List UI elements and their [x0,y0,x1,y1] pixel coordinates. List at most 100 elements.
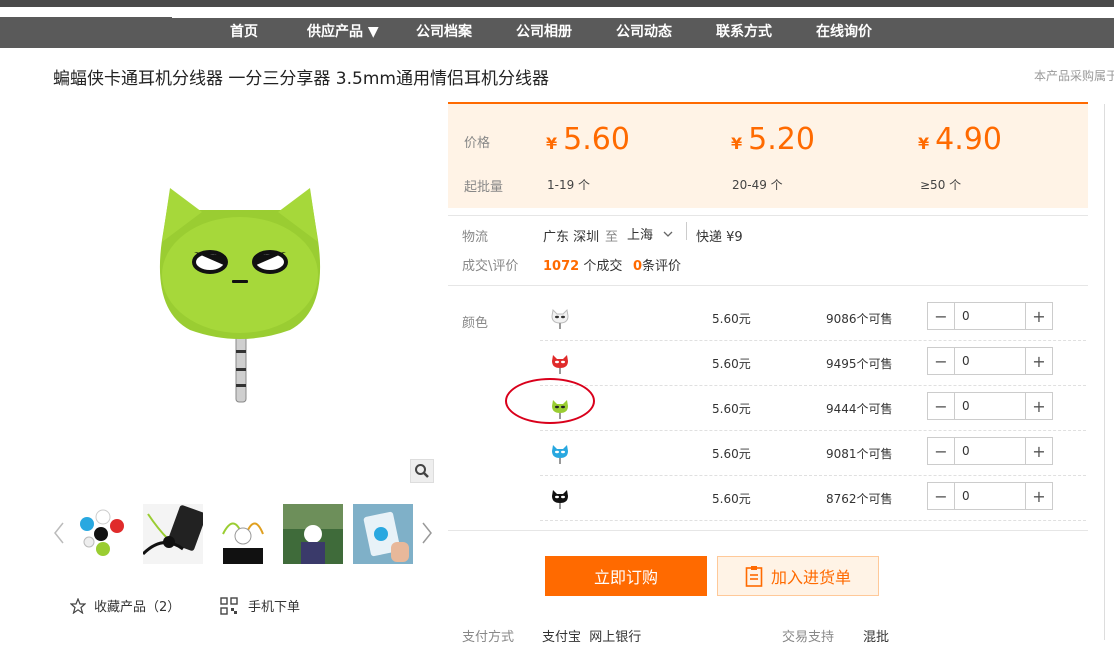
right-divider [1104,104,1105,640]
thumbnail-1[interactable] [73,504,133,564]
review-count-suffix: 条评价 [642,259,682,274]
nav-home[interactable]: 首页 [230,17,258,48]
variant-price: 5.60元 [712,402,751,416]
decrease-button[interactable]: − [928,393,955,419]
variant-green-swatch[interactable] [550,398,570,420]
thumbnail-2[interactable] [143,504,203,564]
favorite-label: 收藏产品（2） [94,600,181,615]
variant-stock: 9086个可售 [826,312,893,326]
price-value: 5.20 [748,122,815,157]
qty-tier-1: 1-19 个 [547,178,591,192]
ship-to-word: 至 [605,230,619,245]
decrease-button[interactable]: − [928,303,955,329]
price-value: 4.90 [935,122,1002,157]
increase-button[interactable]: + [1025,483,1052,509]
quantity-stepper: − + [927,482,1053,510]
divider [686,222,687,240]
payment-methods: 支付宝 网上银行 [542,630,642,645]
qty-tier-3: ≥50 个 [920,178,962,192]
variant-stock: 9081个可售 [826,447,893,461]
increase-button[interactable]: + [1025,348,1052,374]
nav-company-album[interactable]: 公司相册 [516,17,572,48]
min-order-label: 起批量 [464,180,504,195]
qty-tier-2: 20-49 个 [732,178,783,192]
quantity-input[interactable] [955,483,1025,509]
variant-blue-swatch[interactable] [550,443,570,465]
price-label: 价格 [464,136,491,151]
quantity-input[interactable] [955,438,1025,464]
ship-from: 广东 深圳 [543,230,600,245]
variant-price: 5.60元 [712,492,751,506]
chevron-left-icon[interactable] [52,520,66,546]
currency-symbol: ¥ [918,134,930,153]
top-strip [0,0,1114,7]
thumbnail-4[interactable] [283,504,343,564]
clipboard-icon [745,566,763,587]
quantity-stepper: − + [927,302,1053,330]
increase-button[interactable]: + [1025,303,1052,329]
thumbnail-3[interactable] [213,504,273,564]
increase-button[interactable]: + [1025,438,1052,464]
quantity-stepper: − + [927,347,1053,375]
mobile-order-label: 手机下单 [248,600,301,615]
qr-code-icon [220,596,238,615]
add-to-cart-button[interactable]: 加入进货单 [717,556,879,596]
ship-to-value: 上海 [627,228,654,243]
quantity-input[interactable] [955,348,1025,374]
chevron-right-icon[interactable] [420,520,434,546]
variant-stock: 8762个可售 [826,492,893,506]
price-tier-2: ¥5.20 [731,122,815,157]
thumbnail-5[interactable] [353,504,413,564]
nav-inquiry[interactable]: 在线询价 [816,17,872,48]
increase-button[interactable]: + [1025,393,1052,419]
decrease-button[interactable]: − [928,438,955,464]
mobile-order-button[interactable]: 手机下单 [220,596,300,615]
star-icon [70,597,86,614]
variant-price: 5.60元 [712,312,751,326]
shipping-fee: 快递 ¥9 [696,230,743,245]
top-nav: 首页 供应产品 ▼ 公司档案 公司相册 公司动态 联系方式 在线询价 [0,17,1114,48]
deal-count: 1072 [543,259,580,274]
currency-symbol: ¥ [546,134,558,153]
price-value: 5.60 [563,122,630,157]
quantity-stepper: − + [927,392,1053,420]
main-product-image [159,188,321,403]
deal-count-suffix: 个成交 [583,259,623,274]
deal-count-text: 1072 个成交 [543,255,622,274]
variant-stock: 9444个可售 [826,402,893,416]
variant-row: 5.60元 8762个可售 − + [540,476,1086,521]
variant-white-swatch[interactable] [550,308,570,330]
color-label: 颜色 [462,316,489,331]
review-count: 0 [633,259,643,274]
logistics-label: 物流 [462,230,489,245]
favorite-button[interactable]: 收藏产品（2） [70,596,180,615]
nav-contact[interactable]: 联系方式 [716,17,772,48]
ship-to-select[interactable]: 上海 [627,224,673,243]
zoom-button[interactable] [410,459,434,483]
separator [448,285,1088,286]
decrease-button[interactable]: − [928,483,955,509]
review-count-text[interactable]: 0条评价 [633,255,681,274]
variant-row: 5.60元 9081个可售 − + [540,431,1086,476]
payment-label: 支付方式 [462,630,515,645]
trade-support-label: 交易支持 [782,630,835,645]
nav-products[interactable]: 供应产品 ▼ [307,17,379,48]
separator [448,530,1088,531]
price-tier-1: ¥5.60 [546,122,630,157]
product-title: 蝙蝠侠卡通耳机分线器 一分三分享器 3.5mm通用情侣耳机分线器 [53,69,549,89]
order-now-button[interactable]: 立即订购 [545,556,707,596]
separator [448,215,1088,216]
quantity-input[interactable] [955,393,1025,419]
variant-row: 5.60元 9444个可售 − + [540,386,1086,431]
quantity-input[interactable] [955,303,1025,329]
variant-row: 5.60元 9495个可售 − + [540,341,1086,386]
nav-company-news[interactable]: 公司动态 [616,17,672,48]
nav-company-profile[interactable]: 公司档案 [416,17,472,48]
variant-row: 5.60元 9086个可售 − + [540,296,1086,341]
variant-red-swatch[interactable] [550,353,570,375]
decrease-button[interactable]: − [928,348,955,374]
currency-symbol: ¥ [731,134,743,153]
price-box: 价格 起批量 ¥5.60 ¥5.20 ¥4.90 1-19 个 20-49 个 … [448,102,1088,208]
variant-black-swatch[interactable] [550,488,570,510]
variant-price: 5.60元 [712,357,751,371]
